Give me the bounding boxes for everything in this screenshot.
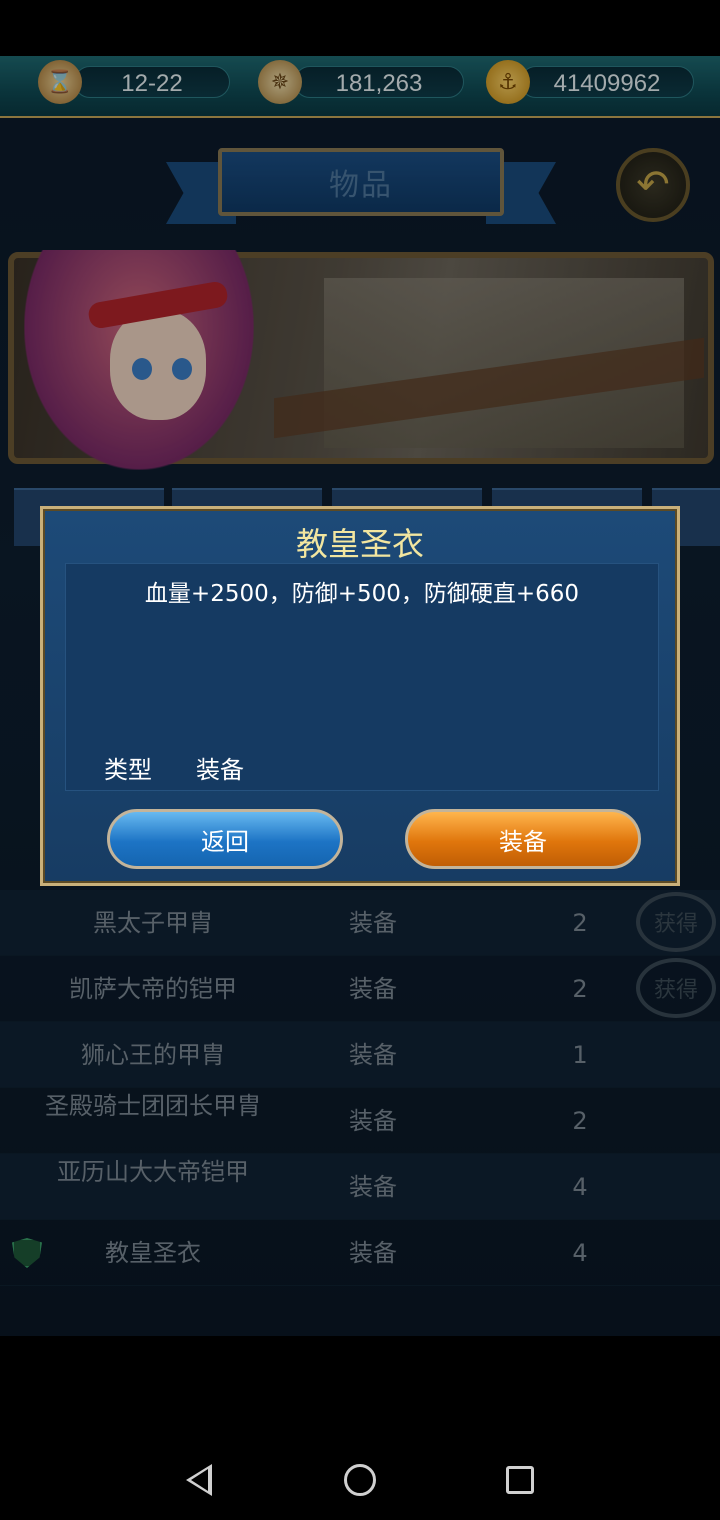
status-bar <box>0 0 720 56</box>
type-value: 装备 <box>196 756 244 784</box>
dialog-title: 教皇圣衣 <box>295 525 424 563</box>
type-label: 类型 <box>104 756 152 784</box>
item-description: 血量+2500，防御+500，防御硬直+660 <box>144 581 580 607</box>
nav-recents-icon[interactable] <box>506 1466 534 1494</box>
game-screen: 12-22 181,263 41409962 ⌛ ✵ ⚓ 物品 ↶ 黑太子甲胄 … <box>0 56 720 1336</box>
equip-button[interactable]: 装备 <box>405 809 641 869</box>
back-button[interactable]: 返回 <box>107 809 343 869</box>
system-nav-bar <box>0 1336 720 1520</box>
dialog-content-panel: 血量+2500，防御+500，防御硬直+660 类型 装备 <box>65 563 659 791</box>
nav-back-icon[interactable] <box>186 1464 212 1496</box>
item-detail-dialog: 教皇圣衣 血量+2500，防御+500，防御硬直+660 类型 装备 返回 装备 <box>40 506 680 886</box>
nav-home-icon[interactable] <box>344 1464 376 1496</box>
